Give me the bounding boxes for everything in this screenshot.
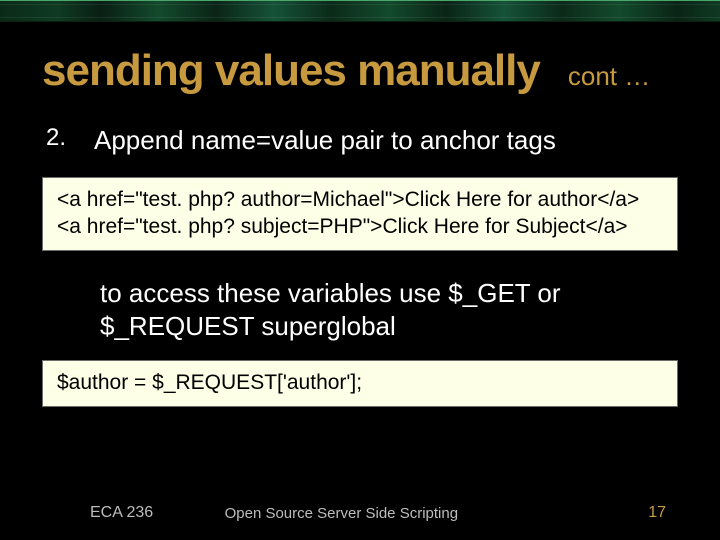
bullet-text: Append name=value pair to anchor tags [94, 124, 556, 157]
decorative-top-bar [0, 0, 720, 22]
slide-footer: ECA 236 Open Source Server Side Scriptin… [0, 504, 720, 522]
code-box-anchors: <a href="test. php? author=Michael">Clic… [42, 177, 678, 252]
sub-text: to access these variables use $_GET or $… [42, 269, 678, 358]
bullet-number: 2. [46, 124, 70, 157]
code-line: $author = $_REQUEST['author']; [57, 369, 663, 396]
slide-title-continued: cont … [568, 61, 650, 92]
code-line: <a href="test. php? subject=PHP">Click H… [57, 213, 663, 240]
slide-body: sending values manually cont … 2. Append… [0, 22, 720, 540]
numbered-bullet: 2. Append name=value pair to anchor tags [42, 118, 678, 175]
footer-deck-title: Open Source Server Side Scripting [225, 505, 458, 522]
footer-course-code: ECA 236 [90, 504, 153, 522]
slide-title-row: sending values manually cont … [42, 22, 678, 118]
code-line: <a href="test. php? author=Michael">Clic… [57, 186, 663, 213]
footer-page-number: 17 [648, 504, 666, 522]
slide-title: sending values manually [42, 46, 540, 96]
code-box-request: $author = $_REQUEST['author']; [42, 360, 678, 407]
